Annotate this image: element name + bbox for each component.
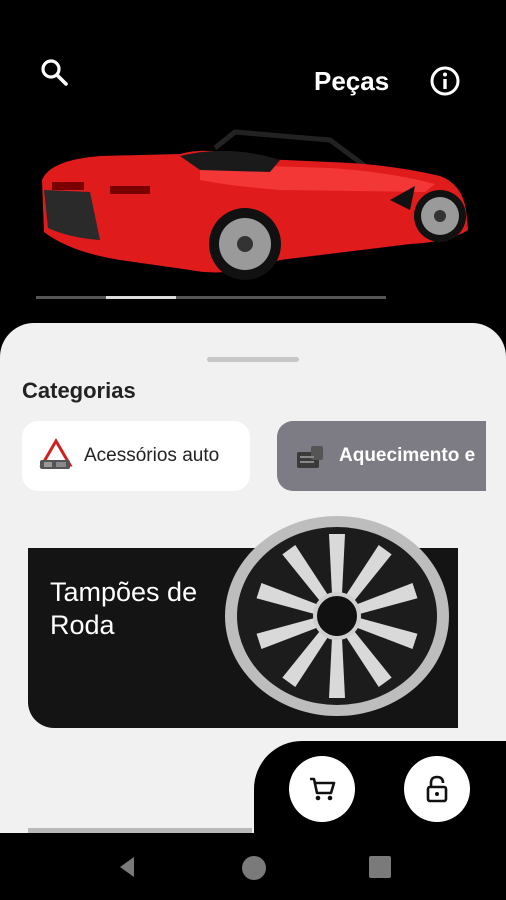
search-icon xyxy=(41,59,68,86)
drag-handle[interactable] xyxy=(207,357,299,362)
info-icon xyxy=(430,66,460,96)
unlock-button[interactable] xyxy=(404,756,470,822)
page-title: Peças xyxy=(314,66,390,96)
category-chip-aquecimento[interactable]: Aquecimento e xyxy=(277,421,486,491)
category-chip-acessorios[interactable]: Acessórios auto xyxy=(22,421,250,491)
carousel-indicator-active xyxy=(106,296,176,299)
categories-title: Categorias xyxy=(22,378,136,403)
cart-icon xyxy=(310,777,336,801)
promo-title: Tampões de Roda xyxy=(50,577,198,640)
cart-button[interactable] xyxy=(289,756,355,822)
chip-label: Aquecimento e xyxy=(339,445,476,466)
info-button[interactable] xyxy=(428,64,462,98)
hero-car-image[interactable] xyxy=(30,120,475,290)
back-icon[interactable] xyxy=(114,854,140,880)
lock-open-icon xyxy=(426,775,448,803)
horizontal-scroll-indicator xyxy=(28,828,252,833)
warning-triangle-kit-icon xyxy=(39,438,73,469)
heater-icon xyxy=(297,446,323,468)
chip-label: Acessórios auto xyxy=(84,445,220,466)
recent-apps-icon[interactable] xyxy=(369,856,391,878)
home-icon[interactable] xyxy=(242,856,266,880)
search-button[interactable] xyxy=(36,54,72,90)
carousel-indicator-track xyxy=(36,296,386,299)
wheel-cover-image xyxy=(225,516,449,716)
